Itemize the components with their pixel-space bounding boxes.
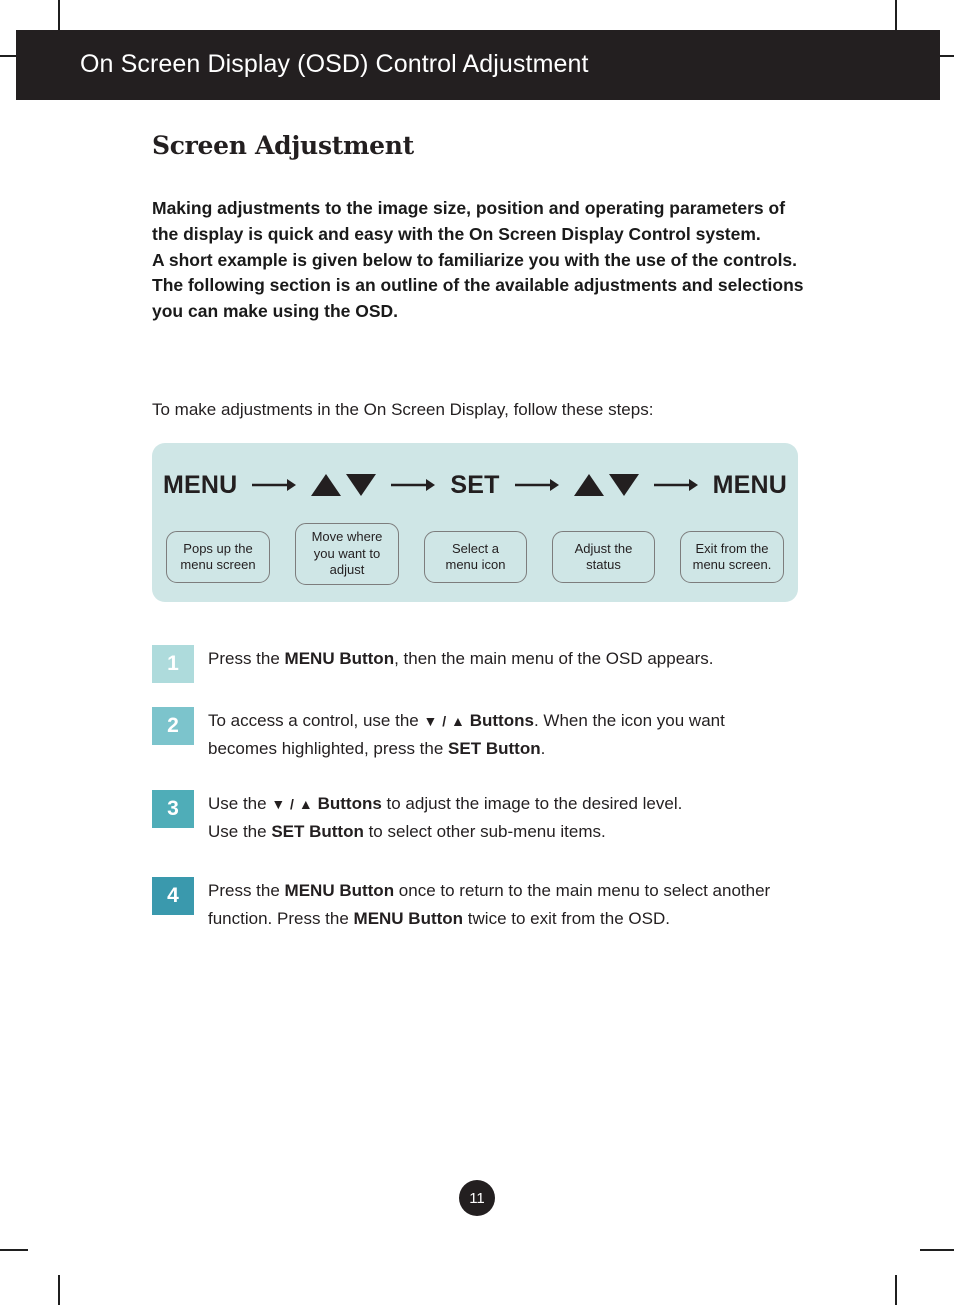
flow-button-label-menu-4: MENU [712, 470, 788, 499]
step-number-badge-1: 1 [152, 645, 194, 683]
emphasis-text: SET Button [448, 739, 541, 758]
plain-text: Press the [208, 649, 285, 668]
plain-text: to adjust the image to the desired level… [381, 794, 683, 813]
step-text-3: Use the ▼ / ▲ Buttons to adjust the imag… [208, 790, 682, 846]
flow-arrow-icon-1 [251, 477, 297, 493]
flow-button-label-set-2: SET [450, 470, 500, 499]
step-text-1: Press the MENU Button, then the main men… [208, 645, 713, 673]
crop-mark-bottom-right-horizontal [920, 1249, 954, 1251]
plain-text: . [540, 739, 546, 758]
plain-text: Press the [208, 881, 285, 900]
intro-paragraph-2: A short example is given below to famili… [152, 249, 804, 322]
flow-arrow-icon-4 [653, 477, 699, 493]
step-text-2: To access a control, use the ▼ / ▲ Butto… [208, 707, 725, 763]
flow-arrow-icon-2 [390, 477, 436, 493]
step-number-badge-3: 3 [152, 790, 194, 828]
intro-paragraphs: Making adjustments to the image size, po… [152, 196, 812, 325]
flow-arrow-icon-3 [514, 477, 560, 493]
emphasis-text: MENU Button [284, 649, 395, 668]
plain-text: , then the main menu of the OSD appears. [394, 649, 714, 668]
triangle-down-icon [346, 474, 377, 496]
step-2-line-1: To access a control, use the ▼ / ▲ Butto… [208, 707, 725, 735]
step-number-badge-2: 2 [152, 707, 194, 745]
crop-mark-top-left-vertical [58, 0, 60, 30]
triangle-down-icon [608, 474, 639, 496]
instruction-step-2: 2 To access a control, use the ▼ / ▲ Butt… [152, 707, 725, 763]
triangle-up-icon [311, 474, 342, 496]
flow-caption-row: Pops up the menu screen Move where you wa… [166, 523, 784, 585]
emphasis-text: MENU Button [353, 909, 464, 928]
crop-mark-bottom-right-vertical [895, 1275, 897, 1305]
plain-text: Use the [208, 794, 272, 813]
step-number-badge-4: 4 [152, 877, 194, 915]
plain-text: to select other sub-menu items. [363, 822, 606, 841]
intro-paragraph-1: Making adjustments to the image size, po… [152, 198, 786, 244]
page-title: On Screen Display (OSD) Control Adjustme… [80, 50, 589, 78]
flow-button-label-menu-0: MENU [162, 470, 238, 499]
crop-mark-top-right-vertical [895, 0, 897, 30]
emphasis-text: Buttons [469, 711, 534, 730]
page-number-badge: 11 [459, 1180, 495, 1216]
emphasis-text: ▼ / ▲ [423, 713, 470, 729]
flow-caption-box-0: Pops up the menu screen [166, 531, 270, 583]
emphasis-text: SET Button [271, 822, 364, 841]
flow-caption-box-2: Select a menu icon [424, 531, 527, 583]
flow-sequence-row: MENU SET MENU [152, 465, 798, 505]
step-text-4: Press the MENU Button once to return to … [208, 877, 770, 933]
step-3-line-1: Use the ▼ / ▲ Buttons to adjust the imag… [208, 790, 682, 818]
emphasis-text: Buttons [317, 794, 382, 813]
plain-text: once to return to the main menu to selec… [394, 881, 771, 900]
page-canvas: On Screen Display (OSD) Control Adjustme… [0, 0, 954, 1305]
plain-text: twice to exit from the OSD. [463, 909, 670, 928]
plain-text: Use the [208, 822, 272, 841]
step-4-line-1: Press the MENU Button once to return to … [208, 877, 770, 905]
flow-updown-triangles-1 [311, 474, 377, 496]
section-heading: Screen Adjustment [152, 131, 414, 160]
lead-in-text: To make adjustments in the On Screen Dis… [152, 400, 654, 419]
instruction-step-3: 3 Use the ▼ / ▲ Buttons to adjust the ima… [152, 790, 682, 846]
step-4-line-2: function. Press the MENU Button twice to… [208, 905, 770, 933]
flow-updown-triangles-3 [573, 474, 639, 496]
flow-caption-box-4: Exit from the menu screen. [680, 531, 784, 583]
step-2-line-2: becomes highlighted, press the SET Butto… [208, 735, 725, 763]
instruction-step-4: 4 Press the MENU Button once to return to… [152, 877, 770, 933]
crop-mark-bottom-left-vertical [58, 1275, 60, 1305]
instruction-step-1: 1 Press the MENU Button, then the main me… [152, 645, 713, 683]
plain-text: . When the icon you want [533, 711, 725, 730]
osd-flow-diagram: MENU SET MENU Pops up the menu screen Move … [152, 443, 798, 602]
emphasis-text: ▼ / ▲ [271, 796, 318, 812]
triangle-up-icon [573, 474, 604, 496]
plain-text: To access a control, use the [208, 711, 424, 730]
flow-caption-box-3: Adjust the status [552, 531, 655, 583]
crop-mark-bottom-left-horizontal [0, 1249, 28, 1251]
flow-caption-box-1: Move where you want to adjust [295, 523, 399, 585]
step-3-line-2: Use the SET Button to select other sub-m… [208, 818, 682, 846]
step-1-line-1: Press the MENU Button, then the main men… [208, 645, 713, 673]
emphasis-text: MENU Button [284, 881, 395, 900]
plain-text: becomes highlighted, press the [208, 739, 449, 758]
plain-text: function. Press the [208, 909, 354, 928]
